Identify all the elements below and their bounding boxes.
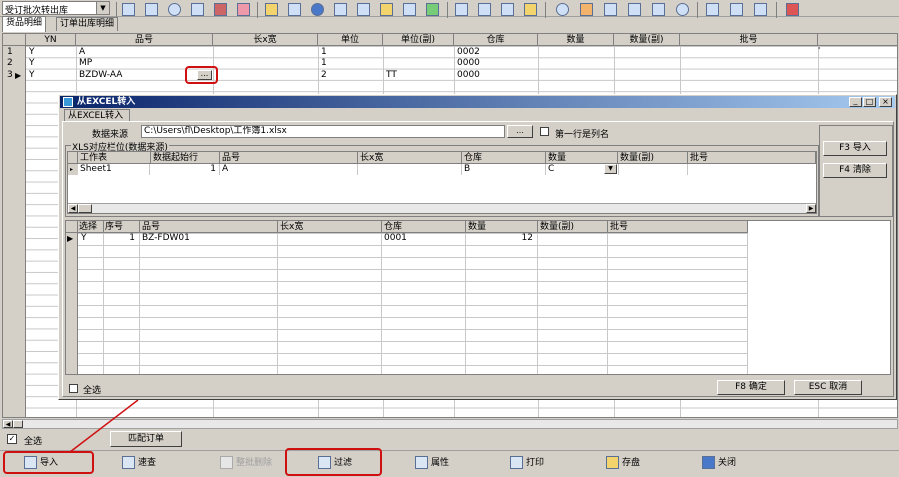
map-cell-sheet[interactable]: Sheet1: [78, 164, 150, 175]
result-col-size[interactable]: 长x宽: [278, 221, 382, 233]
result-grid: 选择 序号 品号 长x宽 仓库 数量 数量(副) 批号 ▶ Y 1 BZ-FDW…: [65, 220, 891, 375]
result-corner: [66, 221, 78, 233]
dialog-select-all-checkbox[interactable]: [69, 384, 78, 393]
map-col-wh[interactable]: 仓库: [462, 152, 546, 164]
map-col-item[interactable]: 品号: [220, 152, 358, 164]
browse-button[interactable]: ...: [507, 125, 533, 138]
map-cell-size[interactable]: [358, 164, 462, 175]
result-col-select[interactable]: 选择: [78, 221, 104, 233]
map-cell-wh[interactable]: B: [462, 164, 546, 175]
scroll-thumb[interactable]: [78, 204, 92, 213]
map-cell-qty2[interactable]: [618, 164, 688, 175]
result-col-batch[interactable]: 批号: [608, 221, 748, 233]
excel-import-dialog: 从EXCEL转入 _ □ × 从EXCEL转入 数据来源 C:\Users\fl…: [58, 94, 897, 400]
browse-icon: ...: [516, 126, 524, 135]
source-input[interactable]: C:\Users\fl\Desktop\工作簿1.xlsx: [141, 125, 505, 138]
f4-clear-button[interactable]: F4 清除: [823, 163, 887, 178]
map-col-qty2[interactable]: 数量(副): [618, 152, 688, 164]
row-marker-icon: ▶: [67, 234, 74, 243]
dialog-title: 从EXCEL转入: [77, 97, 136, 107]
esc-cancel-button[interactable]: ESC 取消: [794, 380, 862, 395]
f8-ok-button[interactable]: F8 确定: [717, 380, 785, 395]
result-col-qty[interactable]: 数量: [466, 221, 538, 233]
result-col-qty2[interactable]: 数量(副): [538, 221, 608, 233]
first-row-label: 第一行是列名: [555, 130, 610, 140]
app-icon: [63, 97, 73, 107]
result-cell-qty[interactable]: 12: [466, 233, 536, 244]
map-col-sheet[interactable]: 工作表: [78, 152, 151, 164]
first-row-checkbox[interactable]: [540, 127, 549, 136]
source-input-value: C:\Users\fl\Desktop\工作簿1.xlsx: [144, 126, 287, 136]
source-label: 数据来源: [92, 130, 129, 140]
minimize-button[interactable]: _: [849, 97, 862, 107]
tab-label: 从EXCEL转入: [68, 111, 124, 121]
result-col-wh[interactable]: 仓库: [382, 221, 466, 233]
map-col-size[interactable]: 长x宽: [358, 152, 462, 164]
scroll-left-button[interactable]: ◀: [68, 204, 78, 213]
map-cell-item[interactable]: A: [220, 164, 358, 175]
result-col-item[interactable]: 品号: [140, 221, 278, 233]
result-cell-item[interactable]: BZ-FDW01: [140, 233, 276, 244]
map-col-batch[interactable]: 批号: [688, 152, 816, 164]
result-col-seq[interactable]: 序号: [104, 221, 140, 233]
dialog-select-all-label: 全选: [83, 386, 102, 396]
row-marker-icon: ▸: [68, 164, 78, 175]
result-cell-seq[interactable]: 1: [104, 233, 138, 244]
map-cell-qty[interactable]: C: [546, 164, 602, 175]
map-grid-hscroll[interactable]: ◀ ▶: [68, 203, 816, 213]
f3-import-button[interactable]: F3 导入: [823, 141, 887, 156]
qty-dropdown[interactable]: ▼: [604, 164, 617, 174]
mapping-grid: 工作表 数据起始行 品号 长x宽 仓库 数量 数量(副) 批号 ▸ Sheet1…: [67, 151, 817, 214]
map-cell-start[interactable]: 1: [151, 164, 220, 175]
dialog-title-bar[interactable]: 从EXCEL转入 _ □ ×: [60, 96, 895, 108]
result-cell-wh[interactable]: 0001: [382, 233, 464, 244]
result-cell-size[interactable]: [278, 233, 380, 244]
map-col-qty[interactable]: 数量: [546, 152, 618, 164]
close-dialog-button[interactable]: ×: [879, 97, 892, 107]
result-cell-select[interactable]: Y: [79, 233, 103, 244]
map-row-header: [68, 152, 78, 164]
maximize-button[interactable]: □: [863, 97, 876, 107]
result-vlines: [66, 233, 748, 374]
scroll-right-button[interactable]: ▶: [806, 204, 816, 213]
map-col-start[interactable]: 数据起始行: [151, 152, 220, 164]
